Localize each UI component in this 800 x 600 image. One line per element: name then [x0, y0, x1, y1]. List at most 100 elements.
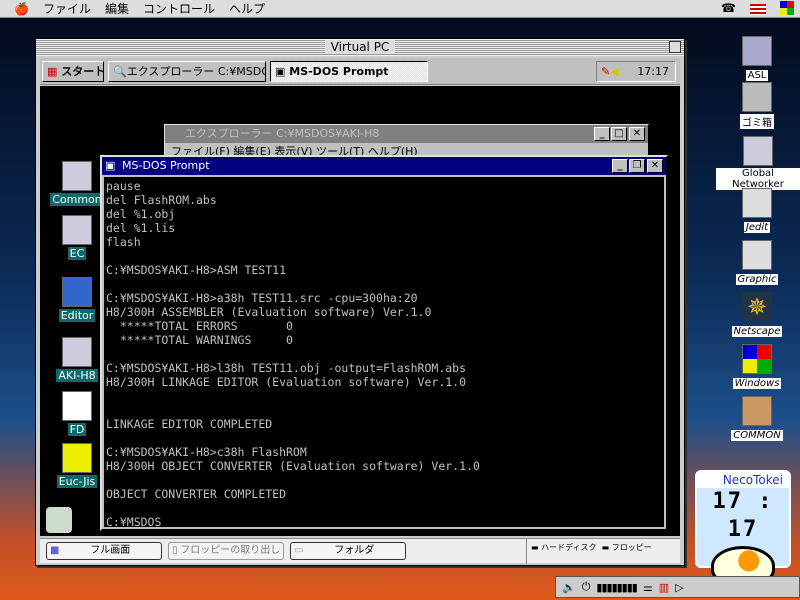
- menu-bar: 🍎 ファイル 編集 コントロール ヘルプ ☎: [0, 0, 800, 18]
- control-strip[interactable]: 🔈 ⏻ ▮▮▮▮▮▮▮▮ ⚌ ▥ ▷: [555, 576, 800, 598]
- app-switcher-icon[interactable]: [780, 1, 794, 15]
- menu-help[interactable]: ヘルプ: [229, 0, 265, 17]
- menu-file[interactable]: ファイル: [43, 0, 91, 17]
- terminal-line: H8/300H LINKAGE EDITOR (Evaluation softw…: [106, 375, 467, 389]
- text-converter-icon: [62, 443, 92, 473]
- power-icon[interactable]: ⏻: [582, 580, 591, 594]
- terminal-line: C:¥MSDOS¥AKI-H8>l38h TEST11.obj -output=…: [106, 361, 467, 375]
- close-button[interactable]: ✕: [629, 127, 645, 141]
- necotokei-clock-widget[interactable]: NecoTokei 17 : 17: [695, 470, 791, 586]
- volume-slider[interactable]: ▮▮▮▮▮▮▮▮: [596, 581, 637, 594]
- system-tray: ✎ ◀ 17:17: [596, 61, 676, 82]
- floppy-icon: ▯: [172, 545, 178, 556]
- editor-icon: [62, 277, 92, 307]
- collapse-box[interactable]: [669, 41, 681, 53]
- msdos-title-bar[interactable]: ▣ MS-DOS Prompt _ ❐ ✕: [102, 157, 666, 175]
- netscape-wheel-icon: ✵: [742, 292, 772, 322]
- menu-control[interactable]: コントロール: [143, 0, 215, 17]
- restore-button[interactable]: ❐: [629, 159, 645, 173]
- vpc-control-bar: ■ フル画面 ▯ フロッピーの取り出し ▭ フォルダ ▬ ハードディスク ▬ フロッピ…: [40, 538, 680, 564]
- terminal-line: flash: [106, 235, 141, 249]
- color-depth-icon[interactable]: ▥: [659, 581, 669, 594]
- windows-logo-icon: ▦: [47, 65, 58, 78]
- apple-icon[interactable]: 🍎: [14, 2, 29, 16]
- msdos-window: ▣ MS-DOS Prompt _ ❐ ✕ pause del FlashROM.abs…: [100, 155, 668, 531]
- close-button[interactable]: ✕: [647, 159, 663, 173]
- shortcut-icon: [62, 161, 92, 191]
- mac-icon-trash[interactable]: ゴミ箱: [722, 82, 792, 129]
- monitor-settings-icon[interactable]: ⚌: [643, 581, 653, 594]
- windows-logo-icon: [742, 344, 772, 374]
- virtual-pc-window: Virtual PC ▦ スタート 🔍エクスプローラー C:¥MSDOS¥...…: [35, 38, 685, 566]
- terminal-line: del FlashROM.abs: [106, 193, 217, 207]
- terminal-line: C:¥MSDOS¥AKI-H8>ASM TEST11: [106, 263, 287, 277]
- start-button[interactable]: ▦ スタート: [42, 61, 104, 82]
- maximize-button[interactable]: □: [611, 127, 627, 141]
- mac-icon-jedit[interactable]: Jedit: [722, 188, 792, 233]
- terminal-line: C:¥MSDOS¥AKI-H8>c38h FlashROM: [106, 445, 307, 459]
- minimize-button[interactable]: _: [612, 159, 628, 173]
- msdos-icon: ▣: [275, 65, 286, 78]
- terminal-output[interactable]: pause del FlashROM.abs del %1.obj del %1.li…: [104, 177, 664, 527]
- application-icon: [742, 396, 772, 426]
- fullscreen-button[interactable]: ■ フル画面: [46, 542, 162, 560]
- terminal-line: del %1.lis: [106, 221, 176, 235]
- windows-taskbar: ▦ スタート 🔍エクスプローラー C:¥MSDOS¥... ▣ MS-DOS P…: [40, 58, 680, 85]
- terminal-line: C:¥MSDOS: [106, 515, 162, 527]
- necotokei-time: 17 : 17: [712, 489, 774, 542]
- mac-icon-windows[interactable]: Windows: [722, 344, 792, 389]
- computer-icon: [62, 337, 92, 367]
- explorer-title-bar[interactable]: エクスプローラー C:¥MSDOS¥AKI-H8 _ □ ✕: [165, 125, 648, 143]
- terminal-line: del %1.obj: [106, 207, 176, 221]
- tray-clock: 17:17: [637, 65, 669, 78]
- minimize-button[interactable]: _: [594, 127, 610, 141]
- terminal-line: H8/300H ASSEMBLER (Evaluation software) …: [106, 305, 432, 319]
- terminal-line: pause: [106, 179, 141, 193]
- strip-arrow-icon[interactable]: ▷: [675, 581, 683, 594]
- folder-icon: ▭: [294, 545, 304, 556]
- mac-icon-netscape[interactable]: ✵ Netscape: [722, 292, 792, 337]
- fd-icon: [62, 391, 92, 421]
- explorer-icon: 🔍: [113, 65, 127, 78]
- pen-icon[interactable]: ✎: [601, 62, 610, 81]
- taskbar-item-explorer[interactable]: 🔍エクスプローラー C:¥MSDOS¥...: [108, 61, 266, 82]
- drive-indicators: ▬ ハードディスク ▬ フロッピー: [526, 539, 680, 564]
- sound-icon[interactable]: 🔈: [562, 581, 576, 594]
- terminal-line: OBJECT CONVERTER COMPLETED: [106, 487, 287, 501]
- eject-floppy-button[interactable]: ▯ フロッピーの取り出し: [168, 542, 284, 560]
- us-flag-icon[interactable]: [750, 4, 766, 15]
- vpc-title-bar[interactable]: Virtual PC: [36, 39, 684, 56]
- mac-icon-global-networker[interactable]: Global Networker: [716, 136, 800, 190]
- computer-icon: [62, 215, 92, 245]
- menu-edit[interactable]: 編集: [105, 0, 129, 17]
- mac-icon-common[interactable]: COMMON: [722, 396, 792, 441]
- recycle-bin-icon[interactable]: [46, 507, 72, 533]
- taskbar-item-msdos[interactable]: ▣ MS-DOS Prompt: [270, 61, 428, 82]
- terminal-line: C:¥MSDOS¥AKI-H8>a38h TEST11.src -cpu=300…: [106, 291, 418, 305]
- vpc-title: Virtual PC: [324, 40, 396, 54]
- trash-icon: [742, 82, 772, 112]
- phone-icon[interactable]: ☎: [721, 1, 736, 15]
- necotokei-title: NecoTokei: [697, 472, 789, 488]
- screen-icon: ■: [50, 545, 60, 556]
- msdos-icon: ▣: [105, 159, 116, 172]
- jedit-icon: [742, 188, 772, 218]
- terminal-line: LINKAGE EDITOR COMPLETED: [106, 417, 273, 431]
- terminal-line: *****TOTAL ERRORS 0: [106, 319, 293, 333]
- folder-icon: [742, 36, 772, 66]
- graphic-icon: [742, 240, 772, 270]
- folder-button[interactable]: ▭ フォルダ: [290, 542, 406, 560]
- terminal-line: H8/300H OBJECT CONVERTER (Evaluation sof…: [106, 459, 480, 473]
- mac-icon-asl[interactable]: ASL: [722, 36, 792, 81]
- speaker-icon[interactable]: ◀: [610, 62, 618, 81]
- network-icon: [743, 136, 773, 166]
- mac-icon-graphic[interactable]: Graphic: [722, 240, 792, 285]
